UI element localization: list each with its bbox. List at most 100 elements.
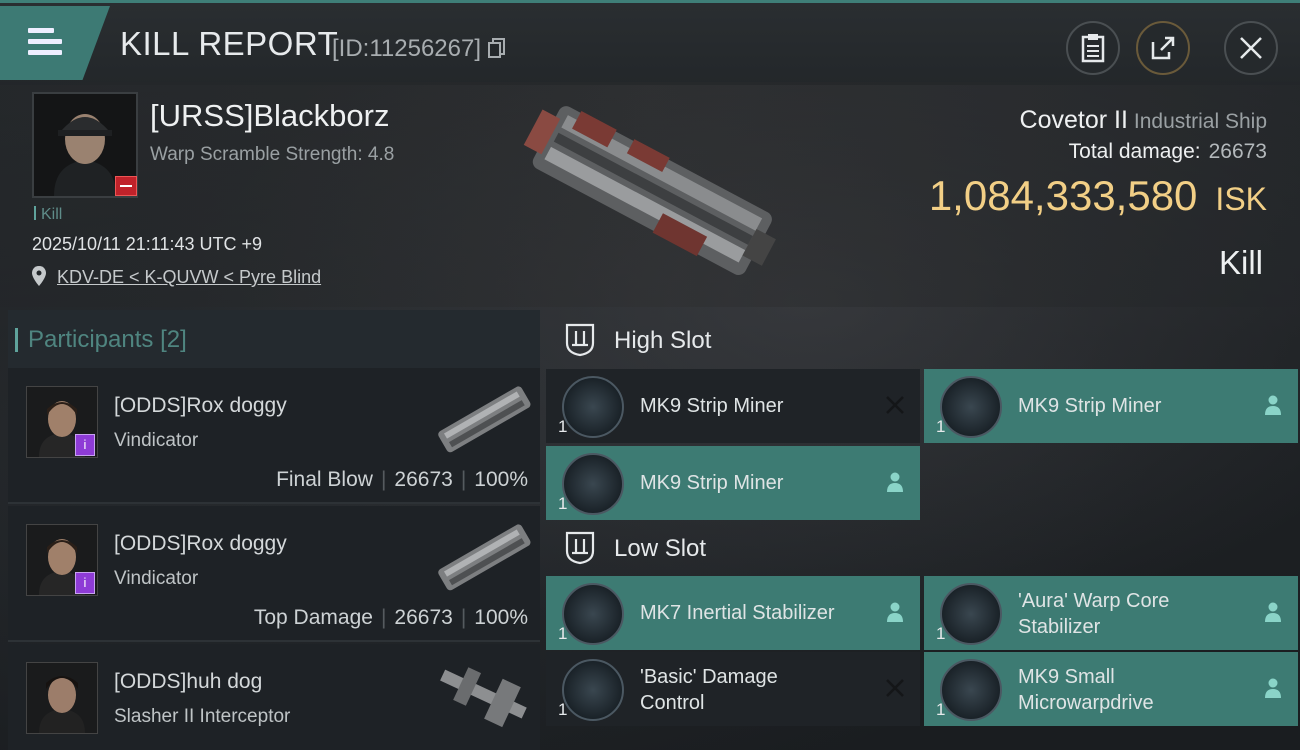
isk-value: 1,084,333,580 ISK <box>929 172 1267 220</box>
menu-button[interactable] <box>0 6 110 80</box>
copy-icon[interactable] <box>487 37 506 59</box>
damage-control-icon <box>562 659 624 721</box>
module-item[interactable]: 1 'Aura' Warp Core Stabilizer <box>924 576 1298 650</box>
module-qty: 1 <box>936 417 946 436</box>
module-name: MK9 Strip Miner <box>1018 395 1162 417</box>
participant-ship-image <box>438 386 531 453</box>
kill-result: Kill <box>1218 244 1263 281</box>
victim-name[interactable]: [URSS]Blackborz <box>150 98 389 134</box>
high-slot-title: High Slot <box>614 327 712 354</box>
dropped-person-icon <box>887 602 903 622</box>
stat-label: Top Damage <box>253 606 373 629</box>
participants-title: Participants [2] <box>15 326 187 354</box>
participant-badge: i <box>75 572 95 594</box>
total-damage-value: 26673 <box>1208 140 1267 163</box>
module-qty: 1 <box>558 417 568 436</box>
warp-core-stabilizer-icon <box>940 583 1002 645</box>
microwarpdrive-icon <box>940 659 1002 721</box>
module-name: MK9 Strip Miner <box>640 472 784 494</box>
low-slot-title: Low Slot <box>614 535 707 562</box>
destroyed-x-icon <box>886 396 904 414</box>
report-id: [ID:11256267] <box>332 35 506 63</box>
participant-portrait <box>27 663 97 733</box>
dropped-person-icon <box>1265 395 1281 415</box>
victim-ship: Covetor II Industrial Ship <box>1020 106 1267 135</box>
module-name: 'Basic' Damage Control <box>640 666 778 714</box>
participant-stat: Final Blow | 26673 | 100% <box>276 468 528 491</box>
participant-avatar[interactable] <box>26 662 98 734</box>
ship-name-text: Covetor II <box>1019 106 1128 134</box>
module-qty: 1 <box>936 700 946 719</box>
module-item[interactable]: 1 MK9 Strip Miner <box>546 446 920 520</box>
destroyed-x-icon <box>886 679 904 697</box>
share-icon <box>1151 36 1175 60</box>
header-bar: KILL REPORT [ID:11256267] <box>0 0 1300 85</box>
slot-shield-icon <box>565 531 595 565</box>
close-button[interactable] <box>1224 21 1278 75</box>
module-qty: 1 <box>558 624 568 643</box>
stat-percent: 100% <box>474 606 528 629</box>
stat-damage: 26673 <box>394 606 453 629</box>
participant-name[interactable]: [ODDS]Rox doggy <box>114 394 287 418</box>
loss-badge <box>115 176 137 196</box>
participant-ship: Vindicator <box>114 430 199 451</box>
location-pin-icon <box>32 266 46 286</box>
strip-miner-icon <box>562 376 624 438</box>
module-name: MK9 Small Microwarpdrive <box>1018 666 1154 714</box>
clipboard-icon <box>1081 34 1105 63</box>
strip-miner-icon <box>940 376 1002 438</box>
slot-shield-icon <box>565 323 595 357</box>
ship-class: Industrial Ship <box>1133 110 1267 133</box>
module-qty: 1 <box>558 700 568 719</box>
low-slot-header: Low Slot <box>546 518 1300 578</box>
participant-ship-image <box>440 667 527 728</box>
dropped-person-icon <box>887 472 903 492</box>
kill-datetime: 2025/10/11 21:11:43 UTC +9 <box>32 234 263 254</box>
participants-label: Participants <box>28 326 154 353</box>
isk-unit: ISK <box>1215 181 1267 217</box>
warp-scramble-strength: Warp Scramble Strength: 4.8 <box>150 144 395 165</box>
participant-name[interactable]: [ODDS]huh dog <box>114 670 262 694</box>
module-item[interactable]: 1 MK9 Strip Miner <box>924 369 1298 443</box>
share-button[interactable] <box>1136 21 1190 75</box>
participant-ship: Vindicator <box>114 568 199 589</box>
participant-row[interactable]: [ODDS]huh dog Slasher II Interceptor <box>8 644 540 750</box>
stat-label: Final Blow <box>276 468 373 491</box>
participant-name[interactable]: [ODDS]Rox doggy <box>114 532 287 556</box>
participant-ship: Slasher II Interceptor <box>114 706 291 727</box>
participant-row[interactable]: i [ODDS]Rox doggy Vindicator Top Damage |… <box>8 506 540 642</box>
high-slot-header: High Slot <box>546 310 1300 370</box>
stat-percent: 100% <box>474 468 528 491</box>
report-id-text: [ID:11256267] <box>332 35 482 62</box>
total-damage: Total damage: 26673 <box>1069 140 1267 164</box>
participants-count: [2] <box>160 326 187 353</box>
participants-header: Participants [2] <box>8 310 540 368</box>
victim-ship-image <box>523 106 776 276</box>
strip-miner-icon <box>562 453 624 515</box>
module-item[interactable]: 1 MK9 Strip Miner <box>546 369 920 443</box>
module-name: 'Aura' Warp Core Stabilizer <box>1018 590 1170 638</box>
module-name: MK7 Inertial Stabilizer <box>640 602 835 624</box>
participant-stat: Top Damage | 26673 | 100% <box>253 606 528 629</box>
inertial-stabilizer-icon <box>562 583 624 645</box>
isk-amount: 1,084,333,580 <box>928 172 1198 219</box>
module-qty: 1 <box>936 624 946 643</box>
module-name: MK9 Strip Miner <box>640 395 784 417</box>
kill-location[interactable]: KDV-DE < K-QUVW < Pyre Blind <box>32 266 321 288</box>
participant-row[interactable]: i [ODDS]Rox doggy Vindicator Final Blow |… <box>8 368 540 504</box>
participant-badge: i <box>75 434 95 456</box>
dropped-person-icon <box>1265 602 1281 622</box>
menu-icon <box>28 28 62 61</box>
dropped-person-icon <box>1265 678 1281 698</box>
close-icon <box>1240 37 1262 59</box>
module-item[interactable]: 1 MK9 Small Microwarpdrive <box>924 652 1298 726</box>
stat-damage: 26673 <box>394 468 453 491</box>
module-item[interactable]: 1 MK7 Inertial Stabilizer <box>546 576 920 650</box>
kill-tag: Kill <box>34 206 62 224</box>
module-qty: 1 <box>558 494 568 513</box>
module-item[interactable]: 1 'Basic' Damage Control <box>546 652 920 726</box>
page-title: KILL REPORT <box>120 25 339 62</box>
location-link[interactable]: KDV-DE < K-QUVW < Pyre Blind <box>57 267 321 287</box>
clipboard-button[interactable] <box>1066 21 1120 75</box>
total-damage-label: Total damage: <box>1068 140 1201 163</box>
